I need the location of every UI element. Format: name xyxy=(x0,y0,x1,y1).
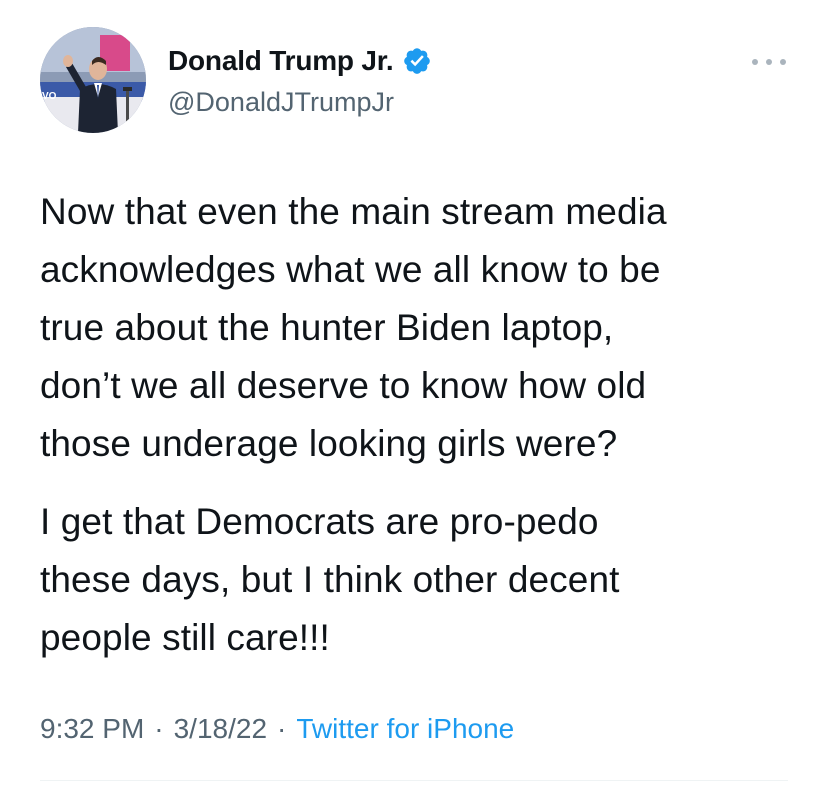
separator: · xyxy=(277,713,287,744)
author-handle[interactable]: @DonaldJTrumpJr xyxy=(168,87,394,118)
svg-text:VO: VO xyxy=(42,91,57,102)
tweet-text-paragraph: Now that even the main stream media ackn… xyxy=(40,191,667,464)
tweet-metadata: 9:32 PM · 3/18/22 · Twitter for iPhone xyxy=(40,713,514,745)
dot xyxy=(780,59,786,65)
verified-badge-icon xyxy=(402,46,432,76)
divider xyxy=(40,780,788,781)
display-name[interactable]: Donald Trump Jr. xyxy=(168,45,394,77)
more-options-icon[interactable] xyxy=(752,52,786,72)
dot xyxy=(752,59,758,65)
tweet-source-link[interactable]: Twitter for iPhone xyxy=(296,713,514,745)
dot xyxy=(766,59,772,65)
author-name-row[interactable]: Donald Trump Jr. xyxy=(168,42,432,80)
tweet-text-paragraph: I get that Democrats are pro-pedo these … xyxy=(40,501,620,658)
tweet-date[interactable]: 3/18/22 xyxy=(174,713,267,745)
profile-photo: VO xyxy=(40,27,146,133)
separator: · xyxy=(154,713,164,744)
tweet-card: VO Donald Trump Jr. @DonaldJTrumpJr Now … xyxy=(0,0,828,797)
tweet-time[interactable]: 9:32 PM xyxy=(40,713,144,745)
avatar[interactable]: VO xyxy=(40,27,146,133)
